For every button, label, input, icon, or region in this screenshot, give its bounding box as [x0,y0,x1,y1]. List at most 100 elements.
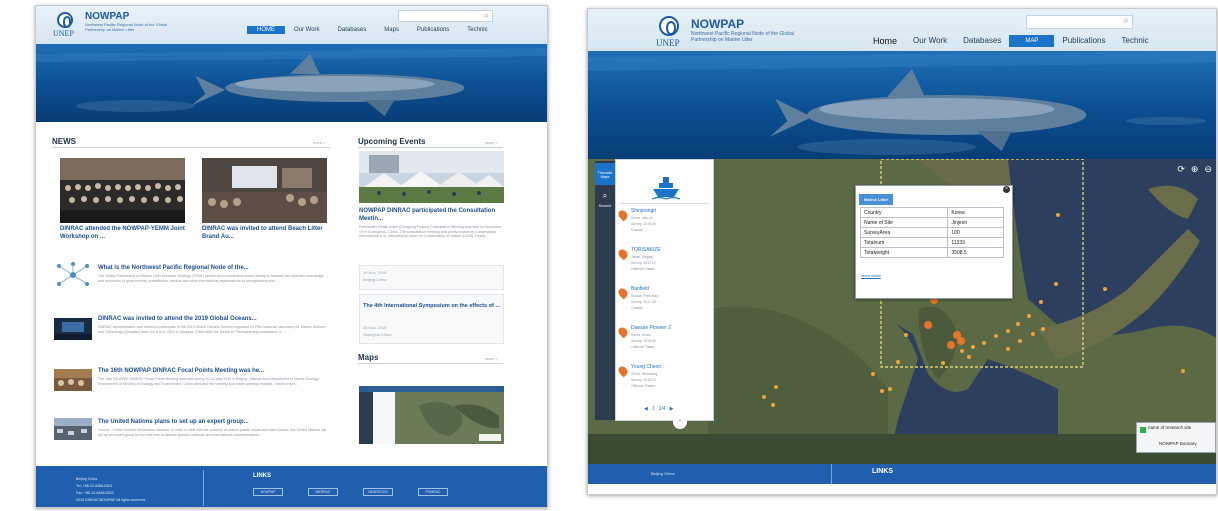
info-value: Korea [947,207,1004,218]
search-icon[interactable]: ⌕ [484,10,489,21]
footer-link-button[interactable]: POMRAC [418,488,448,496]
event-meta-box: 19 Nov, 2018 Beijing China [359,265,504,290]
ship-icon [651,177,681,200]
site-region: China, Shandong [631,372,658,376]
event-place: Beijing China [363,277,387,282]
next-page-button[interactable]: ▶ [670,406,674,412]
event-title[interactable]: The 4th International Symposium on the e… [363,303,501,310]
node-diagram-thumbnail[interactable] [54,261,92,289]
nav-our-work[interactable]: Our Work [905,33,955,48]
refresh-icon[interactable]: ⟳ [1177,164,1185,175]
site-list-panel: Shinjeongri Korea, Jeju-do Survey: 2019.… [615,159,714,429]
zoom-out-icon[interactable]: ⊖ [1204,164,1212,175]
location-pin-icon [616,286,630,300]
nav-technic[interactable]: Technic [1114,33,1157,48]
news-item-title[interactable]: What is the Northwest Pacific Regional N… [98,265,249,271]
site-name[interactable]: Banfield [631,286,649,292]
site-survey: Survey: 2018.03 [631,378,656,382]
news-card-caption[interactable]: DINRAC attended the NOWPAP-YEMM Joint Wo… [60,226,185,242]
search-input[interactable]: ⌕ [398,10,493,22]
site-list-item[interactable]: Young Cheon China, Shandong Survey: 2018… [616,362,713,400]
news-rule [52,147,330,148]
prev-page-button[interactable]: ◀ [644,406,648,412]
brand-title[interactable]: NOWPAP [691,17,744,31]
footer-divider [203,470,204,506]
site-list-item[interactable]: Daesan Pioneer 2 Korea, Ulsan Survey: 20… [616,323,713,361]
site-name[interactable]: Young Cheon [631,364,661,370]
site-name[interactable]: TORISAKIZE [631,247,661,253]
zoom-in-icon[interactable]: ⊕ [1191,164,1199,175]
page-number[interactable]: 1 [652,406,655,412]
popup-tab[interactable]: Marine Litter [859,194,894,205]
news-item-title[interactable]: The 16th NOWPAP DINRAC Focal Points Meet… [98,368,264,374]
footer-address: Beijing China [76,477,98,481]
footer-link-button[interactable]: NEARGOOS [363,488,393,496]
news-item-thumbnail[interactable] [54,369,92,391]
event-photo[interactable] [359,151,504,203]
info-value: 11333 [947,237,1004,248]
site-region: Korea, Ulsan [631,333,651,337]
nav-technic[interactable]: Technic [458,26,496,34]
thematic-maps-tool[interactable]: Thematic Maps [595,163,615,185]
nav-home[interactable]: HOME [247,25,285,34]
un-logo-icon [57,12,73,28]
main-nav: HOME Our Work Databases Maps Publication… [247,24,497,35]
info-value: Jinjeon [947,217,1004,228]
site-type: Coastal [631,228,643,232]
nav-databases[interactable]: Databases [329,26,376,34]
nav-map[interactable]: MAP [1009,34,1055,47]
thematic-maps-label: Thematic Maps [597,171,613,179]
home-page-screenshot: UNEP NOWPAP Northwest Pacific Regional N… [35,5,548,508]
location-pin-icon [616,364,630,378]
map-preview[interactable] [359,386,504,444]
news-card-caption[interactable]: DINRAC was invited to attend Beach Litte… [202,226,327,242]
search-input[interactable]: ⌕ [1026,15,1133,29]
news-item-title[interactable]: DINRAC was invited to attend the 2019 Gl… [98,316,257,322]
site-header: UNEP NOWPAP Northwest Pacific Regional N… [588,9,1216,51]
news-item-summary: DINRAC representative was invited to par… [98,325,326,334]
location-pin-icon [616,247,630,261]
site-name[interactable]: Daesan Pioneer 2 [631,325,671,331]
nav-publications[interactable]: Publications [408,26,458,34]
site-region: Japan, Niigata [631,255,653,259]
site-name[interactable]: Shinjeongri [631,208,656,214]
footer-copyright: 2018 DINRAC/NOWPAP All rights reserved [76,498,145,502]
news-card-photo[interactable] [60,158,185,223]
legend-label: name of research site [1148,425,1192,430]
maps-more-link[interactable]: more > [485,356,498,361]
nav-home[interactable]: Home [865,33,905,49]
site-list-item[interactable]: TORISAKIZE Japan, Niigata Survey: 2017.1… [616,245,713,283]
news-item-thumbnail[interactable] [54,318,92,340]
footer-links-title: LINKS [253,473,271,479]
more-detail-link[interactable]: more detail [861,273,881,278]
news-card-photo[interactable] [202,158,327,223]
nav-databases[interactable]: Databases [955,33,1009,48]
footer-link-button[interactable]: NOWPAP [253,488,283,496]
info-value: 3508.5 [947,247,1004,258]
nav-our-work[interactable]: Our Work [285,26,329,34]
site-type: Offshore Trawls [631,267,655,271]
site-list-item[interactable]: Shinjeongri Korea, Jeju-do Survey: 2019.… [616,206,713,244]
table-row: Country Korea [859,207,1004,218]
event-summary: Freshwater Health Index (Dongping Projec… [359,225,502,239]
search-tool-label: Search [598,203,612,208]
site-type: Offshore Trawls [631,345,655,349]
info-label: Totalweight [859,247,949,258]
footer-link-button[interactable]: MERRAC [308,488,338,496]
close-icon[interactable]: × [1003,186,1010,193]
news-item-summary: The Global Partnership on Marine Litter … [98,274,324,283]
nav-maps[interactable]: Maps [375,26,408,34]
nav-publications[interactable]: Publications [1054,33,1113,48]
info-label: Name of Site [859,217,949,228]
brand-title[interactable]: NOWPAP [85,11,129,22]
news-item-summary: The 16th NOWPAP DINRAC Focal Points Meet… [98,377,319,386]
search-icon[interactable]: ⌕ [1123,15,1129,26]
news-item-title[interactable]: The United Nations plans to set up an ex… [98,419,249,425]
news-more-link[interactable]: more > [313,140,326,145]
event-card[interactable]: The 4th International Symposium on the e… [359,294,504,344]
main-nav: Home Our Work Databases MAP Publications… [865,32,1157,49]
news-item-thumbnail[interactable] [54,418,92,440]
events-more-link[interactable]: more > [485,140,498,145]
event-title[interactable]: NOWPAP DINRAC participated the Consultat… [359,208,504,224]
site-list-item[interactable]: Banfield Russia, Primorsky Survey: 2017.… [616,284,713,322]
